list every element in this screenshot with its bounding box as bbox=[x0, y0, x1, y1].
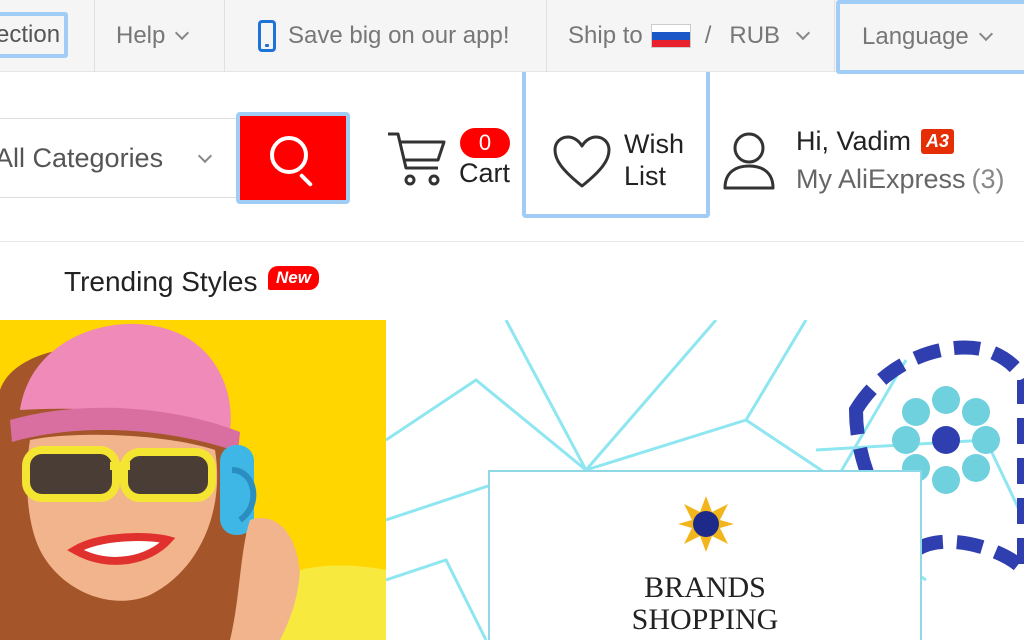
help-label: Help bbox=[116, 22, 166, 49]
search-icon-handle bbox=[298, 172, 314, 188]
help-menu[interactable]: Help bbox=[116, 0, 190, 72]
chevron-down-icon bbox=[795, 25, 811, 41]
divider bbox=[546, 0, 547, 72]
model-photo bbox=[0, 323, 386, 640]
promo-banner-left[interactable] bbox=[0, 320, 386, 640]
brands-shopping-banner[interactable]: BRANDS SHOPPING bbox=[386, 320, 1024, 640]
category-select-value: All Categories bbox=[0, 142, 164, 173]
ship-to-menu[interactable]: Ship to / RUB bbox=[568, 0, 811, 72]
category-nav: Trending Styles New bbox=[0, 242, 1024, 320]
collection-label: ection bbox=[0, 21, 61, 48]
greeting: Hi, Vadim A3 bbox=[796, 126, 955, 157]
cart-link[interactable]: Cart bbox=[459, 158, 510, 189]
ship-to-label: Ship to bbox=[568, 22, 643, 49]
search-button[interactable] bbox=[236, 112, 350, 204]
language-label: Language bbox=[862, 23, 969, 50]
divider bbox=[834, 0, 835, 72]
app-promo-link[interactable]: Save big on our app! bbox=[258, 0, 510, 72]
chevron-down-icon bbox=[978, 26, 993, 42]
my-aliexpress-link[interactable]: My AliExpress (3) bbox=[796, 164, 1005, 195]
wish-list-link[interactable]: Wish List bbox=[522, 72, 710, 218]
notification-count: (3) bbox=[971, 164, 1005, 194]
currency-label: RUB bbox=[729, 22, 781, 49]
phone-icon bbox=[258, 20, 276, 52]
chevron-down-icon bbox=[175, 25, 190, 41]
user-icon[interactable] bbox=[722, 130, 776, 192]
chevron-down-icon bbox=[197, 148, 213, 164]
new-badge: New bbox=[268, 266, 319, 290]
divider bbox=[224, 0, 225, 72]
wish-list-label: Wish List bbox=[624, 128, 684, 192]
top-bar: ection Help Save big on our app! Ship to… bbox=[0, 0, 1024, 74]
header: All Categories 0 Cart Wish List Hi, Vadi… bbox=[0, 72, 1024, 242]
wish-list-line1: Wish bbox=[624, 129, 684, 159]
heart-icon bbox=[553, 135, 611, 188]
brand-title-line1: BRANDS bbox=[644, 571, 766, 604]
cart-count-badge: 0 bbox=[460, 128, 510, 158]
cart-icon[interactable] bbox=[386, 128, 448, 188]
brands-shopping-title: BRANDS SHOPPING bbox=[490, 572, 920, 636]
search-icon bbox=[270, 136, 308, 174]
currency-separator: / bbox=[704, 22, 712, 49]
my-aliexpress-label: My AliExpress bbox=[796, 164, 966, 194]
app-promo-label: Save big on our app! bbox=[288, 22, 510, 49]
russia-flag-icon bbox=[650, 24, 691, 48]
brand-logo-icon bbox=[678, 496, 734, 552]
member-level-badge: A3 bbox=[921, 129, 955, 154]
wish-list-line2: List bbox=[624, 161, 667, 191]
category-select[interactable]: All Categories bbox=[0, 118, 238, 198]
trending-styles-link[interactable]: Trending Styles bbox=[64, 266, 258, 298]
divider bbox=[94, 0, 95, 72]
brand-title-line2: SHOPPING bbox=[631, 603, 779, 636]
brands-shopping-card: BRANDS SHOPPING bbox=[488, 470, 922, 640]
collection-link[interactable]: ection bbox=[0, 12, 68, 58]
greeting-text: Hi, Vadim bbox=[796, 126, 912, 156]
language-menu[interactable]: Language bbox=[836, 0, 1024, 74]
